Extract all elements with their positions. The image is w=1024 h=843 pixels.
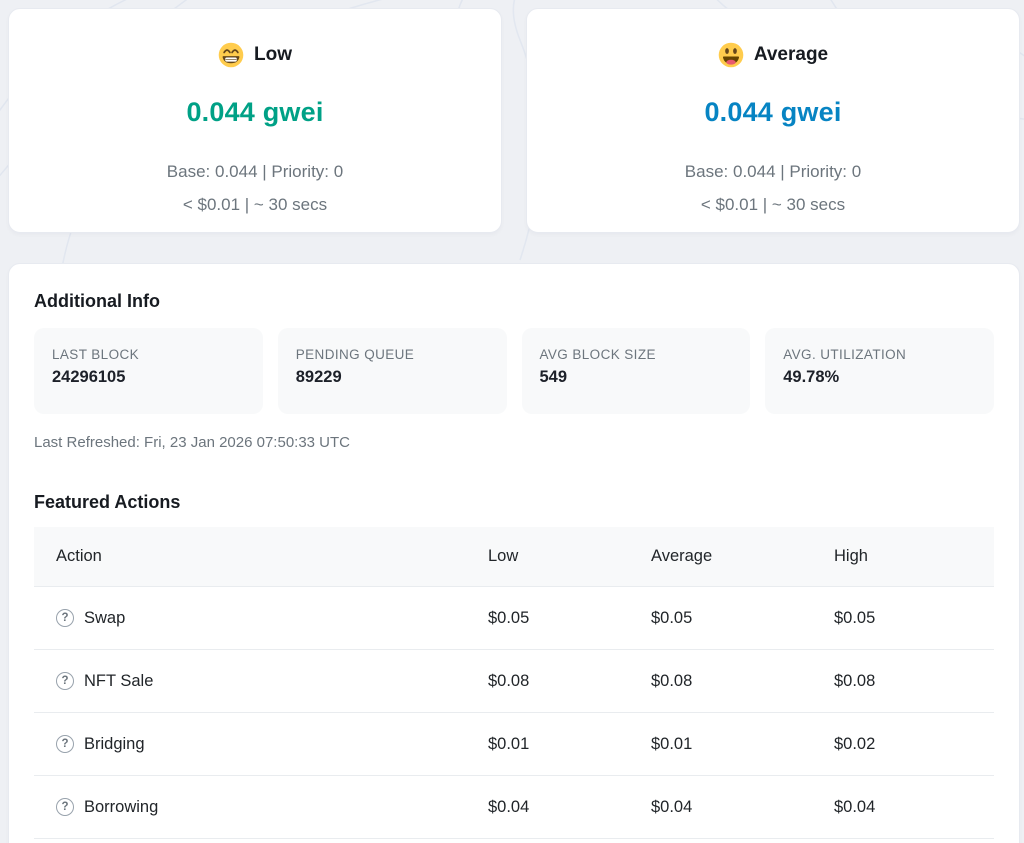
action-label: NFT Sale xyxy=(84,672,153,691)
question-mark-icon[interactable]: ? xyxy=(56,798,74,816)
gas-card-low-title-row: Low xyxy=(9,42,501,68)
action-cell-bridging: ? Bridging xyxy=(34,735,488,754)
table-row-nft-sale: ? NFT Sale $0.08 $0.08 $0.08 xyxy=(34,650,994,713)
stat-avg-utilization: AVG. UTILIZATION 49.78% xyxy=(765,328,994,414)
action-label: Bridging xyxy=(84,735,145,754)
gas-card-low-value: 0.044 gwei xyxy=(9,97,501,128)
gas-tracker-page: Low 0.044 gwei Base: 0.044 | Priority: 0… xyxy=(0,0,1024,843)
stat-last-block: LAST BLOCK 24296105 xyxy=(34,328,263,414)
gas-card-average-title-row: Average xyxy=(527,42,1019,68)
question-mark-icon[interactable]: ? xyxy=(56,609,74,627)
featured-actions-table: Action Low Average High ? Swap $0.05 $0.… xyxy=(34,527,994,839)
stat-avg-block-size-value: 549 xyxy=(540,368,733,387)
column-header-average: Average xyxy=(651,547,834,566)
gas-card-average: Average 0.044 gwei Base: 0.044 | Priorit… xyxy=(526,8,1020,233)
info-panel: Additional Info LAST BLOCK 24296105 PEND… xyxy=(8,263,1020,843)
gas-card-average-cost-time: < $0.01 | ~ 30 secs xyxy=(527,188,1019,221)
column-header-high: High xyxy=(834,547,994,566)
action-label: Swap xyxy=(84,609,125,628)
question-mark-icon[interactable]: ? xyxy=(56,672,74,690)
borrowing-high-cost: $0.04 xyxy=(834,798,994,817)
stat-avg-utilization-label: AVG. UTILIZATION xyxy=(783,347,976,362)
table-row-borrowing: ? Borrowing $0.04 $0.04 $0.04 xyxy=(34,776,994,839)
swap-low-cost: $0.05 xyxy=(488,609,651,628)
column-header-low: Low xyxy=(488,547,651,566)
stat-pending-queue-label: PENDING QUEUE xyxy=(296,347,489,362)
additional-info-title: Additional Info xyxy=(34,291,994,312)
gas-cards-row: Low 0.044 gwei Base: 0.044 | Priority: 0… xyxy=(8,8,1020,233)
beaming-face-emoji-icon xyxy=(218,42,244,68)
action-label: Borrowing xyxy=(84,798,158,817)
action-cell-borrowing: ? Borrowing xyxy=(34,798,488,817)
gas-card-average-value: 0.044 gwei xyxy=(527,97,1019,128)
stats-row: LAST BLOCK 24296105 PENDING QUEUE 89229 … xyxy=(34,328,994,414)
featured-actions-title: Featured Actions xyxy=(34,492,994,513)
swap-average-cost: $0.05 xyxy=(651,609,834,628)
borrowing-low-cost: $0.04 xyxy=(488,798,651,817)
gas-card-low-label: Low xyxy=(254,44,292,66)
table-row-swap: ? Swap $0.05 $0.05 $0.05 xyxy=(34,587,994,650)
bridging-low-cost: $0.01 xyxy=(488,735,651,754)
gas-card-low: Low 0.044 gwei Base: 0.044 | Priority: 0… xyxy=(8,8,502,233)
bridging-high-cost: $0.02 xyxy=(834,735,994,754)
question-mark-icon[interactable]: ? xyxy=(56,735,74,753)
table-header-row: Action Low Average High xyxy=(34,527,994,587)
column-header-action: Action xyxy=(34,547,488,566)
table-row-bridging: ? Bridging $0.01 $0.01 $0.02 xyxy=(34,713,994,776)
action-cell-nft-sale: ? NFT Sale xyxy=(34,672,488,691)
borrowing-average-cost: $0.04 xyxy=(651,798,834,817)
nft-sale-high-cost: $0.08 xyxy=(834,672,994,691)
action-cell-swap: ? Swap xyxy=(34,609,488,628)
stat-pending-queue-value: 89229 xyxy=(296,368,489,387)
stat-last-block-label: LAST BLOCK xyxy=(52,347,245,362)
gas-card-average-detail: Base: 0.044 | Priority: 0 xyxy=(527,155,1019,188)
grinning-face-emoji-icon xyxy=(718,42,744,68)
stat-last-block-value: 24296105 xyxy=(52,368,245,387)
nft-sale-low-cost: $0.08 xyxy=(488,672,651,691)
nft-sale-average-cost: $0.08 xyxy=(651,672,834,691)
gas-card-low-detail: Base: 0.044 | Priority: 0 xyxy=(9,155,501,188)
stat-avg-block-size-label: AVG BLOCK SIZE xyxy=(540,347,733,362)
stat-avg-utilization-value: 49.78% xyxy=(783,368,976,387)
stat-avg-block-size: AVG BLOCK SIZE 549 xyxy=(522,328,751,414)
gas-card-average-label: Average xyxy=(754,44,828,66)
swap-high-cost: $0.05 xyxy=(834,609,994,628)
last-refreshed-text: Last Refreshed: Fri, 23 Jan 2026 07:50:3… xyxy=(34,434,994,451)
gas-card-low-cost-time: < $0.01 | ~ 30 secs xyxy=(9,188,501,221)
stat-pending-queue: PENDING QUEUE 89229 xyxy=(278,328,507,414)
bridging-average-cost: $0.01 xyxy=(651,735,834,754)
